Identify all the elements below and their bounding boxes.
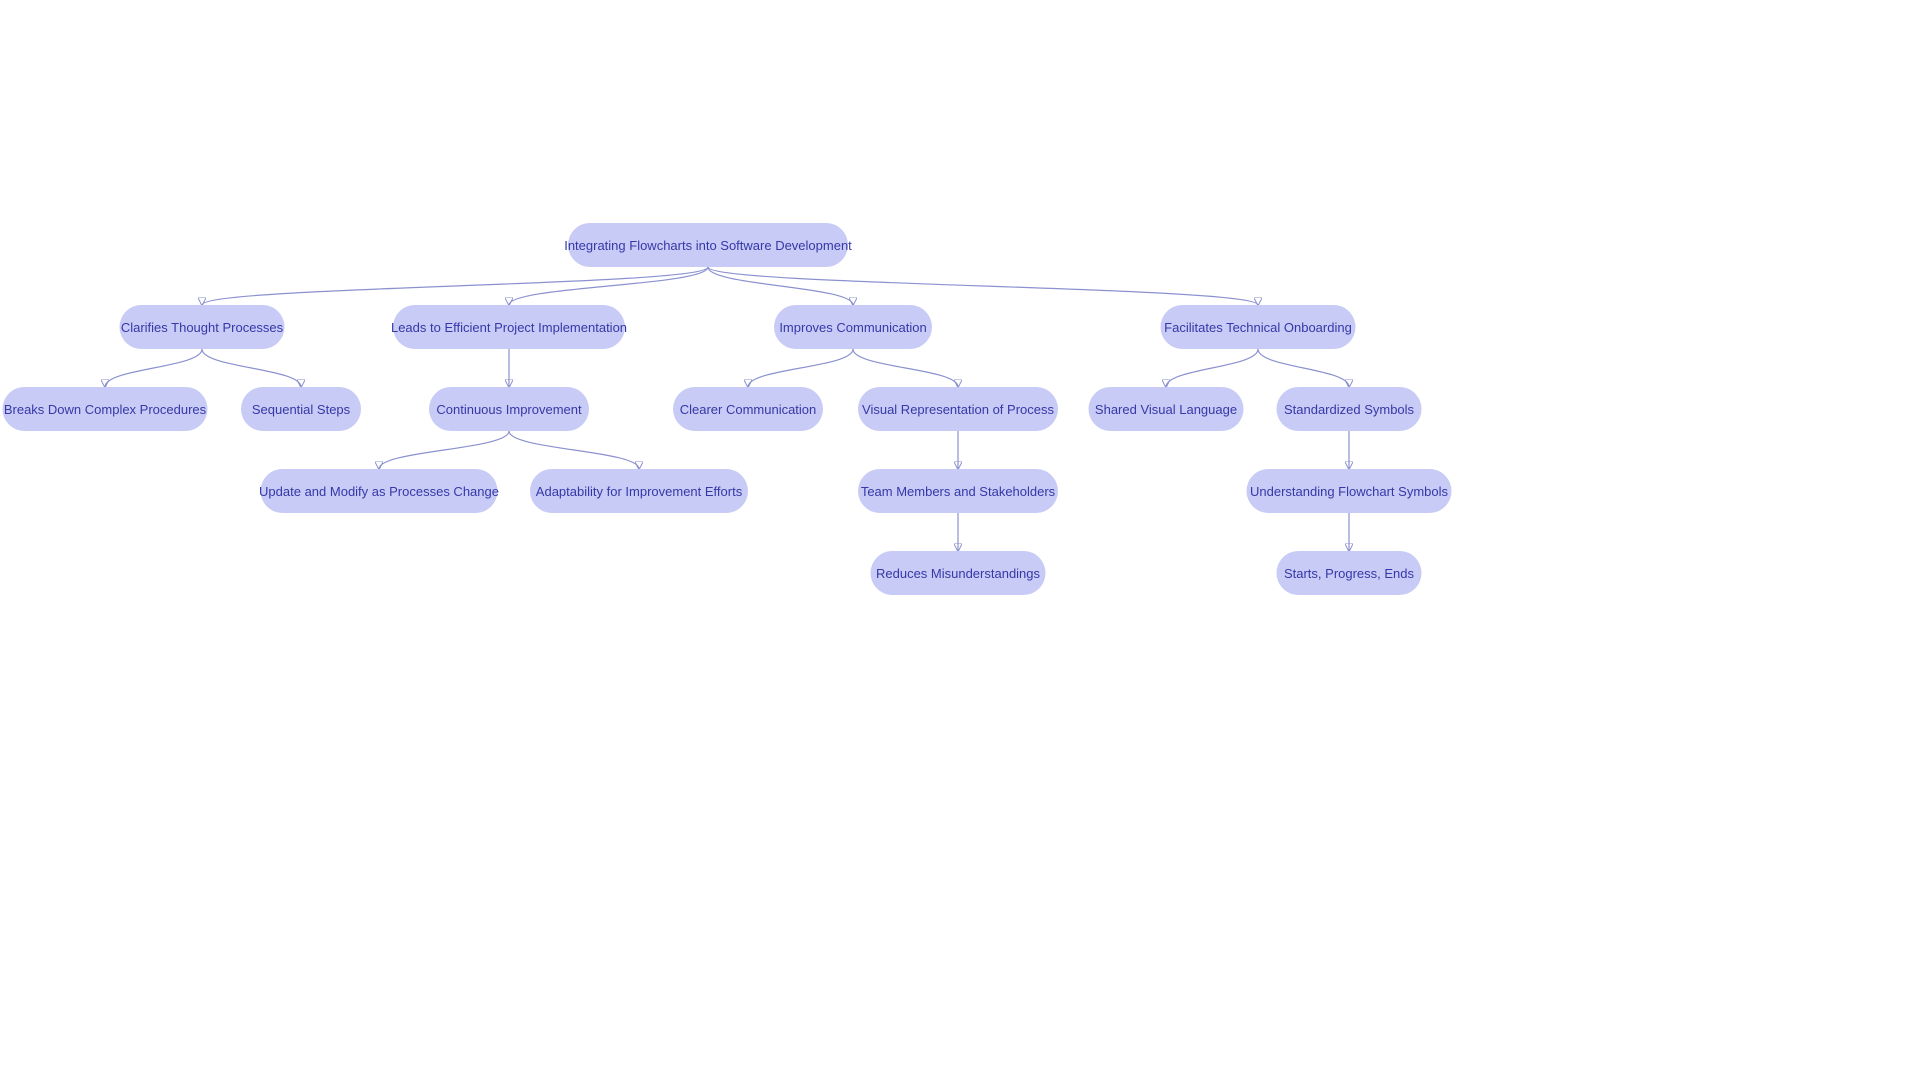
node-starts: Starts, Progress, Ends <box>1277 551 1422 595</box>
node-clarifies: Clarifies Thought Processes <box>120 305 285 349</box>
edge <box>708 267 1258 305</box>
node-efficient: Leads to Efficient Project Implementatio… <box>393 305 625 349</box>
edge <box>1166 349 1258 387</box>
node-facilitates: Facilitates Technical Onboarding <box>1161 305 1356 349</box>
node-standardized: Standardized Symbols <box>1277 387 1422 431</box>
node-improves: Improves Communication <box>774 305 932 349</box>
node-root: Integrating Flowcharts into Software Dev… <box>568 223 848 267</box>
node-update: Update and Modify as Processes Change <box>261 469 498 513</box>
edge <box>202 349 301 387</box>
edges-layer <box>0 0 1920 1080</box>
edge <box>853 349 958 387</box>
node-understanding: Understanding Flowchart Symbols <box>1247 469 1452 513</box>
flowchart-canvas: Integrating Flowcharts into Software Dev… <box>0 0 1920 1080</box>
node-sequential: Sequential Steps <box>241 387 361 431</box>
edge <box>202 267 708 305</box>
edge <box>509 267 708 305</box>
node-continuous: Continuous Improvement <box>429 387 589 431</box>
node-breaks: Breaks Down Complex Procedures <box>3 387 208 431</box>
edge <box>105 349 202 387</box>
edge <box>748 349 853 387</box>
edge <box>1258 349 1349 387</box>
edge <box>708 267 853 305</box>
node-visual: Visual Representation of Process <box>858 387 1058 431</box>
node-reduces: Reduces Misunderstandings <box>871 551 1046 595</box>
edge <box>379 431 509 469</box>
node-shared: Shared Visual Language <box>1089 387 1244 431</box>
node-clearer: Clearer Communication <box>673 387 823 431</box>
node-adapt: Adaptability for Improvement Efforts <box>530 469 748 513</box>
edge <box>509 431 639 469</box>
node-team: Team Members and Stakeholders <box>858 469 1058 513</box>
